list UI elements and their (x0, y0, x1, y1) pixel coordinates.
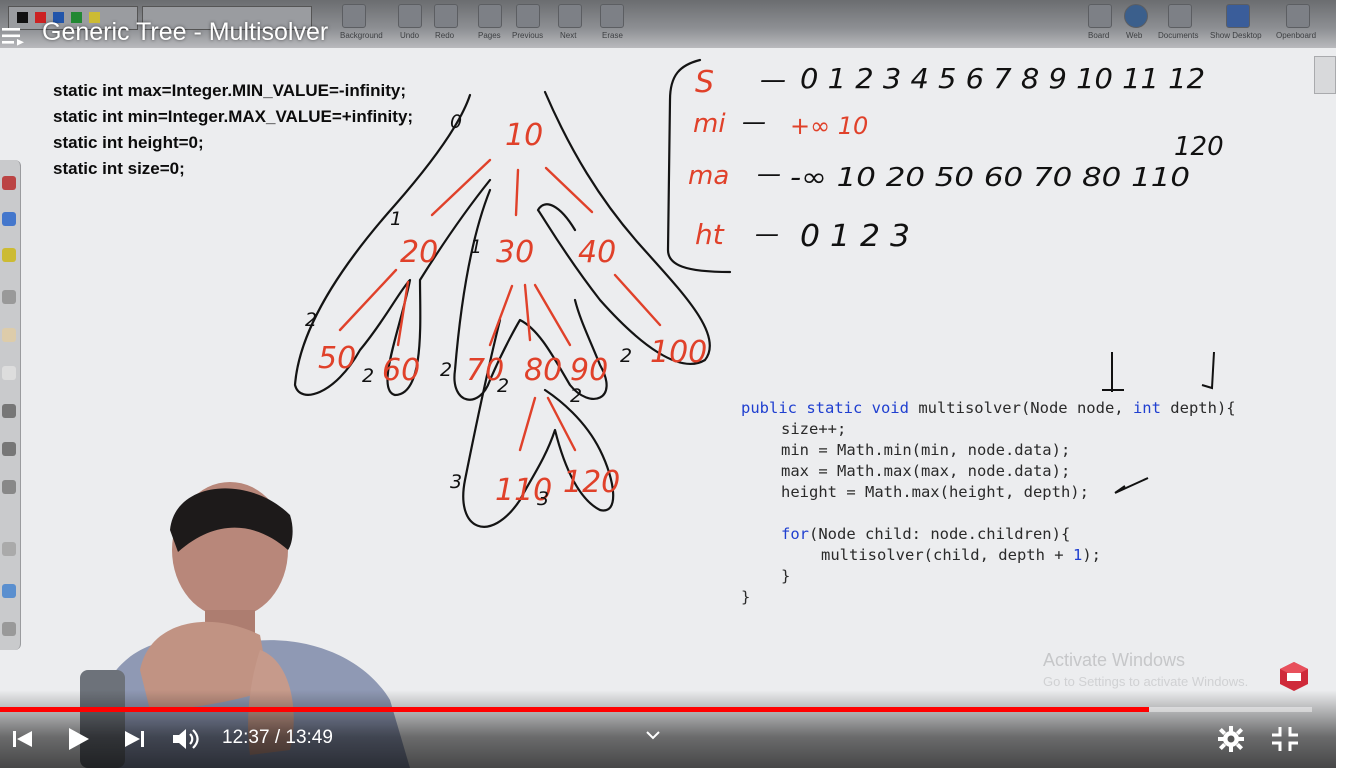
code-annotation-marks (1102, 351, 1215, 494)
progress-bar[interactable] (0, 707, 1312, 712)
tree-node-label: 60 (382, 353, 420, 388)
code-close-for: } (781, 567, 791, 585)
size-label: S (695, 65, 714, 100)
video-player[interactable]: Background Undo Redo Pages Previous Next… (0, 0, 1336, 768)
size-dash: — (760, 65, 786, 95)
min-declaration: static int min=Integer.MAX_VALUE=+infini… (53, 107, 414, 126)
code-line-max: max = Math.max(max, node.data); (781, 462, 1071, 480)
min-dash: — (742, 108, 766, 136)
code-line-height: height = Math.max(height, depth); (781, 483, 1089, 501)
multisolver-trace-notes: S — 0 1 2 3 4 5 6 7 8 9 10 11 12 mi — +∞… (688, 62, 1224, 254)
for-keyword: for (781, 525, 809, 543)
static-declarations: static int max=Integer.MIN_VALUE=-infini… (53, 80, 413, 184)
channel-cube-logo-icon (1280, 662, 1308, 691)
max-label: ma (688, 161, 729, 191)
depth-label: 2 (570, 385, 582, 407)
tree-node-label: 90 (570, 353, 608, 388)
tree-edges (338, 158, 662, 452)
tree-node-label: 40 (578, 235, 616, 270)
call-number: 1 (1072, 546, 1083, 564)
tree-node-label: 30 (496, 235, 534, 270)
size-values: 0 1 2 3 4 5 6 7 8 9 10 11 12 (800, 62, 1205, 95)
max-final-value: 120 (1174, 132, 1224, 162)
height-values: 0 1 2 3 (800, 219, 910, 254)
previous-video-icon[interactable] (8, 725, 38, 753)
tree-node-label: 120 (563, 465, 620, 500)
player-controls-gradient (0, 690, 1336, 768)
code-snippet: public static void multisolver(Node node… (741, 398, 1236, 606)
activate-windows-watermark: Activate Windows Go to Settings to activ… (1043, 650, 1248, 689)
depth-label: 2 (362, 365, 374, 387)
tree-node-label: 100 (650, 335, 707, 370)
exit-fullscreen-icon[interactable] (1270, 725, 1300, 753)
tree-node-label: 20 (400, 235, 438, 270)
signature-tail: depth){ (1160, 399, 1236, 417)
signature-int-keyword: int (1132, 399, 1161, 417)
size-declaration: static int size=0; (53, 159, 185, 178)
volume-icon[interactable] (170, 725, 200, 753)
depth-label: 1 (390, 208, 402, 230)
page-margin (1336, 0, 1366, 768)
code-line-min: min = Math.min(min, node.data); (781, 441, 1071, 459)
min-values: +∞ 10 (790, 112, 868, 140)
chevron-down-icon[interactable] (644, 726, 662, 744)
time-display: 12:37 / 13:49 (222, 727, 333, 748)
for-clause: (Node child: node.children){ (809, 525, 1071, 543)
depth-label: 1 (470, 236, 482, 258)
signature-name: multisolver(Node node, (908, 399, 1133, 417)
signature-keywords: public static void (741, 399, 909, 417)
tree-node-label: 80 (524, 353, 562, 388)
depth-label: 2 (620, 345, 632, 367)
tree-node-label: 50 (318, 341, 356, 376)
max-dash: — (757, 160, 781, 188)
depth-label: 2 (440, 359, 452, 381)
min-label: mi (693, 109, 726, 139)
settings-gear-icon[interactable] (1216, 725, 1246, 753)
depth-label: 3 (537, 488, 549, 510)
height-dash: — (755, 220, 779, 248)
height-declaration: static int height=0; (53, 133, 204, 152)
depth-label: 0 (450, 111, 462, 133)
max-values: -∞ 10 20 50 60 70 80 110 (790, 163, 1190, 193)
code-line-for: for(Node child: node.children){ (781, 524, 1070, 545)
next-video-icon[interactable] (120, 725, 150, 753)
method-signature: public static void multisolver(Node node… (741, 398, 1236, 419)
height-label: ht (695, 218, 725, 251)
code-line-size: size++; (781, 420, 847, 438)
code-close-method: } (741, 588, 751, 606)
tree-node-label: 10 (505, 118, 543, 153)
max-declaration: static int max=Integer.MIN_VALUE=-infini… (53, 81, 406, 100)
call-text: multisolver(child, depth + (821, 546, 1073, 564)
progress-played (0, 707, 1150, 712)
play-icon[interactable] (62, 725, 92, 753)
code-line-recursive-call: multisolver(child, depth + 1); (821, 545, 1101, 566)
depth-label: 2 (497, 375, 509, 397)
activate-windows-subtitle: Go to Settings to activate Windows. (1043, 674, 1249, 689)
depth-label: 2 (305, 309, 317, 331)
call-close: ); (1082, 546, 1101, 564)
activate-windows-title: Activate Windows (1043, 650, 1186, 670)
